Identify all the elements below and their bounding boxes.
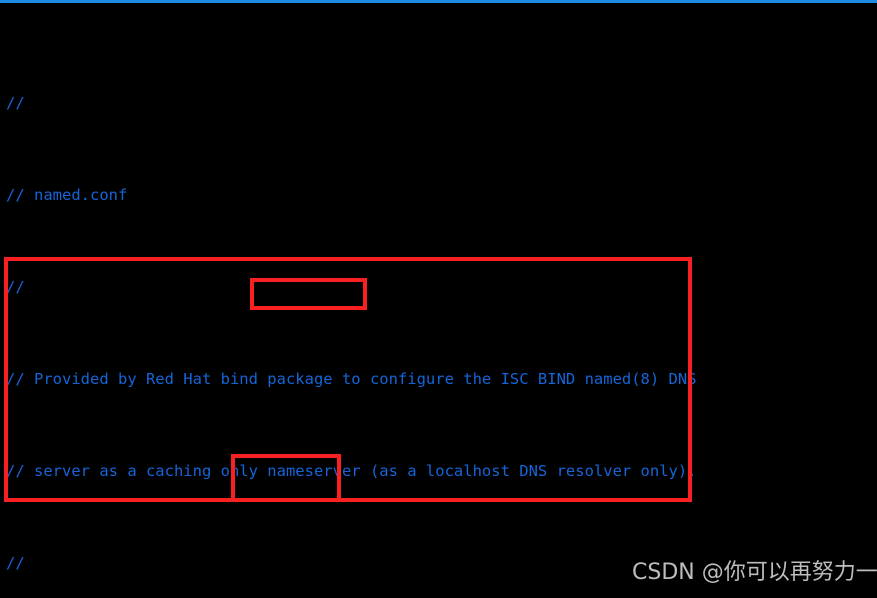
file-name-text: named.conf bbox=[34, 186, 128, 204]
config-file-text[interactable]: // // named.conf // // Provided by Red H… bbox=[0, 0, 877, 598]
comment-text: // Provided by Red Hat bind package to c… bbox=[6, 370, 697, 388]
comment-text: // bbox=[6, 554, 25, 572]
comment-text: // bbox=[6, 94, 25, 112]
terminal-screen: // // named.conf // // Provided by Red H… bbox=[0, 0, 877, 598]
comment-marker: // bbox=[6, 186, 34, 204]
code-line-4: // Provided by Red Hat bind package to c… bbox=[0, 368, 877, 391]
comment-text: // server as a caching only nameserver (… bbox=[6, 462, 697, 480]
code-line-3: // bbox=[0, 276, 877, 299]
code-line-1: // bbox=[0, 92, 877, 115]
code-line-2: // named.conf bbox=[0, 184, 877, 207]
code-line-5: // server as a caching only nameserver (… bbox=[0, 460, 877, 483]
comment-text: // bbox=[6, 278, 25, 296]
code-line-6: // bbox=[0, 552, 877, 575]
